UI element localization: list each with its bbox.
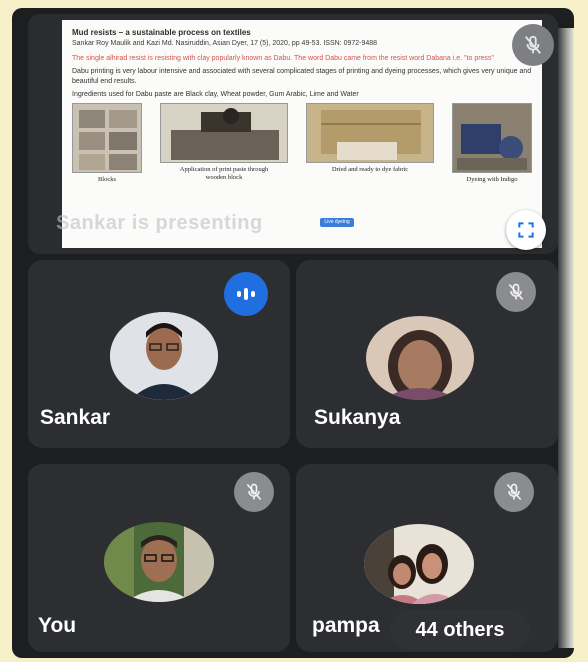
avatar	[366, 316, 474, 400]
avatar	[104, 522, 214, 602]
slide-body-1: Dabu printing is very labour intensive a…	[72, 68, 532, 85]
avatar-photo	[366, 316, 474, 400]
mic-off-icon	[524, 35, 542, 54]
presentation-mic-off-button[interactable]	[512, 24, 554, 66]
slide-red-text: The single alhirad resist is resisting w…	[72, 55, 494, 62]
slide-image-row: Blocks Application of print paste throug…	[72, 103, 532, 184]
slide-caption: Blocks	[97, 176, 117, 183]
presentation-tile[interactable]: Mud resists – a sustainable process on t…	[28, 14, 558, 254]
mic-off-icon	[508, 283, 524, 301]
others-button[interactable]: 44 others	[390, 610, 530, 650]
mic-off-indicator	[234, 472, 274, 512]
mic-off-indicator	[494, 472, 534, 512]
avatar	[110, 312, 218, 400]
slide-caption: Application of print paste through woode…	[179, 166, 269, 181]
slide-citation: Sankar Roy Maulik and Kazi Md. Nasiruddi…	[72, 40, 378, 47]
blocks-image	[72, 103, 142, 173]
participant-tile-sukanya[interactable]: Sukanya	[296, 260, 558, 448]
presenter-label: Sankar is presenting	[56, 212, 263, 234]
avatar-photo	[110, 312, 218, 400]
participant-tile-sankar[interactable]: Sankar	[28, 260, 290, 448]
mic-off-icon	[246, 483, 262, 501]
avatar-photo	[364, 524, 474, 604]
slide-body-2: Ingredients used for Dabu paste are Blac…	[72, 91, 359, 98]
slide-image-indigo: Dyeing with Indigo	[452, 103, 532, 184]
meeting-screen: Mud resists – a sustainable process on t…	[12, 8, 574, 658]
audio-level-icon	[237, 288, 255, 300]
participant-name: You	[38, 614, 77, 637]
slide-caption: Dyeing with Indigo	[466, 176, 518, 183]
speaking-indicator	[224, 272, 268, 316]
participant-name: pampa	[312, 614, 380, 637]
slide-image-application: Application of print paste through woode…	[160, 103, 288, 184]
mic-off-icon	[506, 483, 522, 501]
slide-title: Mud resists – a sustainable process on t…	[72, 28, 251, 37]
indigo-dyeing-image	[452, 103, 532, 173]
device-edge	[558, 28, 574, 648]
slide-chip: Live dyeing	[320, 218, 354, 227]
avatar	[364, 524, 474, 604]
mic-off-indicator	[496, 272, 536, 312]
slide-image-dried: Dried and ready to dye fabric	[306, 103, 434, 184]
slide-image-blocks: Blocks	[72, 103, 142, 184]
block-print-image	[160, 103, 288, 163]
dried-fabric-image	[306, 103, 434, 163]
fullscreen-button[interactable]	[506, 210, 546, 250]
fullscreen-icon	[518, 222, 534, 238]
participant-name: Sukanya	[314, 406, 401, 429]
participant-name: Sankar	[40, 406, 111, 429]
participant-tile-you[interactable]: You	[28, 464, 290, 652]
slide-caption: Dried and ready to dye fabric	[331, 166, 409, 173]
avatar-photo	[104, 522, 214, 602]
